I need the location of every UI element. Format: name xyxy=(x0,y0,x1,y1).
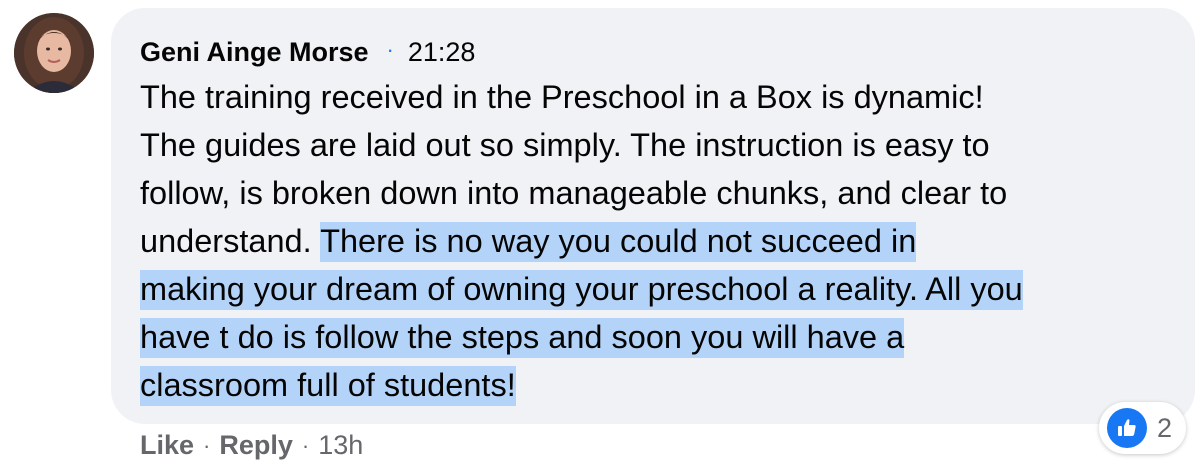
comment-line: The training received in the Preschool i… xyxy=(140,79,984,115)
highlighted-text: making your dream of owning your prescho… xyxy=(140,270,1023,310)
comment-line: understand. There is no way you could no… xyxy=(140,217,1180,265)
separator-dot: · xyxy=(386,37,394,62)
like-button[interactable]: Like xyxy=(140,430,194,461)
comment-frame: Geni Ainge Morse · 21:28 The training re… xyxy=(0,0,1203,468)
highlighted-text: have t do is follow the steps and soon y… xyxy=(140,318,905,358)
comment-time[interactable]: 21:28 xyxy=(408,37,476,68)
highlighted-text: There is no way you could not succeed in xyxy=(320,222,917,262)
comment-line: The guides are laid out so simply. The i… xyxy=(140,127,990,163)
author-name[interactable]: Geni Ainge Morse xyxy=(140,37,369,68)
comment-text: The training received in the Preschool i… xyxy=(140,73,1180,409)
separator-dot: · xyxy=(203,432,211,458)
avatar[interactable] xyxy=(14,13,94,93)
separator-dot: · xyxy=(301,432,310,458)
comment-age[interactable]: 13h xyxy=(318,430,363,461)
reaction-count: 2 xyxy=(1156,412,1172,443)
comment-line: have t do is follow the steps and soon y… xyxy=(140,313,1180,361)
thumbs-up-icon xyxy=(1106,408,1147,448)
highlighted-text: classroom full of students! xyxy=(140,366,516,406)
reply-button[interactable]: Reply xyxy=(219,430,293,461)
comment-line: making your dream of owning your prescho… xyxy=(140,265,1180,313)
comment-actions: Like · Reply · 13h xyxy=(140,430,363,461)
reactions-summary[interactable]: 2 xyxy=(1098,402,1186,454)
comment-header: Geni Ainge Morse · 21:28 xyxy=(140,34,475,70)
profile-photo-icon xyxy=(14,13,94,93)
comment-line: follow, is broken down into manageable c… xyxy=(140,175,1008,211)
comment-line-plain: understand. xyxy=(140,223,321,259)
comment-line: classroom full of students! xyxy=(140,361,1180,409)
